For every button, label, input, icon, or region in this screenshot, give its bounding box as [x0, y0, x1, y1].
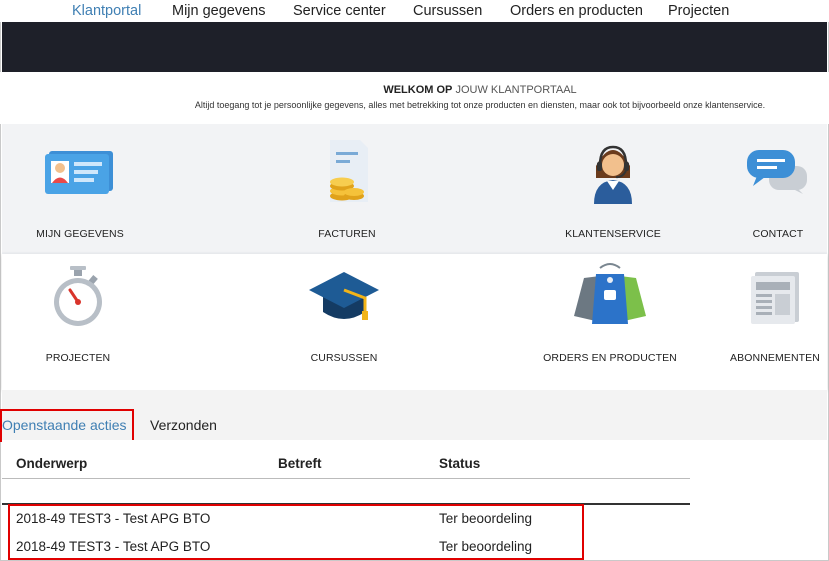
price-tags-icon [574, 263, 646, 324]
tile-mijn-gegevens[interactable]: MIJN GEGEVENS [0, 124, 170, 252]
top-navigation: Klantportal Mijn gegevens Service center… [0, 0, 829, 22]
chat-bubbles-icon [747, 150, 807, 194]
welcome-section: WELKOM OP JOUW KLANTPORTAAL Altijd toega… [0, 72, 829, 124]
nav-klantportal[interactable]: Klantportal [72, 3, 141, 19]
tiles-row-1: MIJN GEGEVENS FACTUREN KLANTENSERVICE CO… [2, 124, 827, 252]
nav-mijn-gegevens[interactable]: Mijn gegevens [172, 3, 266, 19]
welcome-subtitle: Altijd toegang tot je persoonlijke gegev… [194, 100, 766, 110]
tile-label: ABONNEMENTEN [730, 352, 820, 364]
tile-label: CONTACT [752, 228, 804, 240]
tile-facturen[interactable]: FACTUREN [257, 124, 437, 252]
stopwatch-icon [54, 266, 102, 326]
newspaper-icon [751, 272, 799, 324]
tile-label: MIJN GEGEVENS [36, 228, 124, 240]
nav-projecten[interactable]: Projecten [668, 3, 729, 19]
nav-orders-en-producten[interactable]: Orders en producten [510, 3, 643, 19]
tile-contact[interactable]: CONTACT [688, 124, 829, 252]
tiles-row-2: PROJECTEN CURSUSSEN ORDERS EN PRODUCTEN [2, 254, 827, 390]
nav-service-center[interactable]: Service center [293, 3, 386, 19]
tile-label: CURSUSSEN [310, 352, 378, 364]
column-header-betreft[interactable]: Betreft [278, 456, 322, 471]
tile-klantenservice[interactable]: KLANTENSERVICE [523, 124, 703, 252]
invoice-coins-icon [330, 140, 368, 202]
tile-label: ORDERS EN PRODUCTEN [543, 352, 677, 364]
hero-banner [2, 22, 827, 72]
tile-label: FACTUREN [318, 228, 376, 240]
table-header: Onderwerp Betreft Status [2, 440, 690, 479]
highlight-box-tab [0, 409, 134, 442]
tile-cursussen[interactable]: CURSUSSEN [254, 254, 434, 390]
welcome-title-bold: WELKOM OP [383, 84, 453, 96]
id-card-icon [45, 151, 113, 194]
nav-cursussen[interactable]: Cursussen [413, 3, 482, 19]
tile-label: KLANTENSERVICE [565, 228, 661, 240]
column-header-onderwerp[interactable]: Onderwerp [16, 456, 87, 471]
tile-abonnementen[interactable]: ABONNEMENTEN [685, 254, 829, 390]
tile-orders-en-producten[interactable]: ORDERS EN PRODUCTEN [520, 254, 700, 390]
welcome-title: WELKOM OP JOUW KLANTPORTAAL [0, 84, 829, 96]
tile-label: PROJECTEN [45, 352, 111, 364]
graduation-cap-icon [309, 272, 379, 320]
headset-agent-icon [594, 145, 632, 204]
tile-projecten[interactable]: PROJECTEN [0, 254, 168, 390]
portal-tiles: MIJN GEGEVENS FACTUREN KLANTENSERVICE CO… [2, 124, 827, 390]
tab-verzonden[interactable]: Verzonden [150, 417, 217, 433]
column-header-status[interactable]: Status [439, 456, 480, 471]
welcome-title-light: JOUW KLANTPORTAAL [455, 84, 577, 96]
highlight-box-rows [8, 504, 584, 560]
